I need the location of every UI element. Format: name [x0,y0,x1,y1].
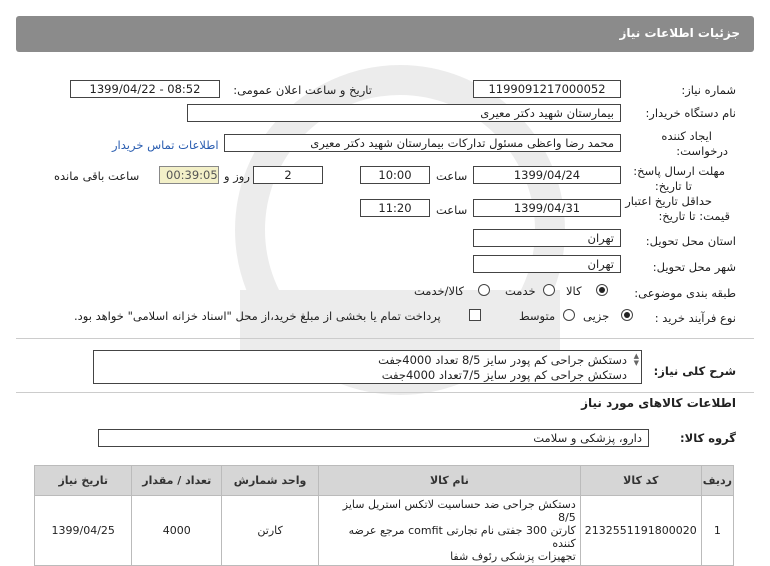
city-label: شهر محل تحویل: [652,260,736,274]
cell-unit: کارتن [221,495,319,566]
page-title: جزئیات اطلاعات نیاز [619,26,740,40]
need-number-label: شماره نیاز: [681,83,736,97]
cell-qty: 4000 [131,495,223,566]
days-label: روز و [224,169,250,183]
table-header-row: ردیف کد کالا نام کالا واحد شمارش تعداد /… [33,465,735,496]
deadline-label-2: تا تاریخ: [654,179,692,193]
treasury-checkbox[interactable] [469,309,481,321]
purchase-radio-medium[interactable] [563,309,575,321]
payment-note: پرداخت تمام یا بخشی از مبلغ خرید،از محل … [74,309,441,323]
cell-code: 2132551191800020 [579,495,702,566]
col-unit: واحد شمارش [221,465,319,496]
col-name: نام کالا [317,465,581,496]
creator-label-2: درخواست: [676,144,728,158]
summary-textarea[interactable]: ▲ ▼ دستکش جراحی کم پودر سایز 8/5 تعداد 40… [93,350,642,384]
announce-label: تاریخ و ساعت اعلان عمومی: [233,83,372,97]
category-radio-service[interactable] [543,284,555,296]
goods-section-title: اطلاعات کالاهای مورد نیاز [581,396,736,410]
divider [16,392,754,393]
category-option-service: خدمت [505,284,536,298]
validity-time-field[interactable]: 11:20 [360,199,430,217]
cell-row: 1 [700,495,735,566]
summary-label: شرح کلی نیاز: [653,364,736,378]
creator-label: ایجاد کننده [661,129,712,143]
divider [16,338,754,339]
cell-date: 1399/04/25 [33,495,133,566]
summary-line: دستکش جراحی کم پودر سایز 8/5 تعداد 4000ج… [378,353,627,367]
name-line: کارتن 300 جفتی نام تجارتی comfit مرجع عر… [348,524,576,550]
remaining-timer: 00:39:05 [159,166,219,184]
deadline-time-field[interactable]: 10:00 [360,166,430,184]
purchase-label: نوع فرآیند خرید : [654,311,736,325]
city-field[interactable]: تهران [473,255,621,273]
buyer-field[interactable]: بیمارستان شهید دکتر معیری [187,104,621,122]
deadline-label: مهلت ارسال پاسخ: [633,164,725,178]
category-radio-goods-service[interactable] [478,284,490,296]
category-radio-goods[interactable] [596,284,608,296]
days-field[interactable]: 2 [253,166,323,184]
col-code: کد کالا [579,465,702,496]
need-number-field[interactable]: 1199091217000052 [473,80,621,98]
col-row: ردیف [700,465,735,496]
name-line: تجهیزات پزشکی رئوف شفا [450,550,576,563]
group-label: گروه کالا: [680,431,736,445]
purchase-option-minor: جزیی [583,309,610,323]
contact-buyer-link[interactable]: اطلاعات تماس خریدار [112,138,219,152]
validity-label-2: قیمت: تا تاریخ: [658,209,730,223]
announce-field[interactable]: 1399/04/22 - 08:52 [70,80,220,98]
col-date: تاریخ نیاز [33,465,133,496]
creator-field[interactable]: محمد رضا واعظی مسئول تدارکات بیمارستان ش… [224,134,621,152]
items-table: ردیف کد کالا نام کالا واحد شمارش تعداد /… [33,465,735,566]
summary-line: دستکش جراحی کم پودر سایز 7/5تعداد 4000جف… [381,368,627,382]
category-option-goods-service: کالا/خدمت [414,284,465,298]
purchase-option-medium: متوسط [519,309,556,323]
province-label: استان محل تحویل: [645,234,736,248]
col-qty: تعداد / مقدار [131,465,223,496]
province-field[interactable]: تهران [473,229,621,247]
cell-name: دستکش جراحی ضد حساسیت لاتکس استریل سایز … [317,495,581,566]
deadline-date-field[interactable]: 1399/04/24 [473,166,621,184]
buyer-label: نام دستگاه خریدار: [645,106,736,120]
group-field[interactable]: دارو، پزشکی و سلامت [98,429,649,447]
table-row[interactable]: 1 2132551191800020 دستکش جراحی ضد حساسیت… [33,495,735,566]
category-option-goods: کالا [566,284,582,298]
remaining-label: ساعت باقی مانده [54,169,140,183]
page-header: جزئیات اطلاعات نیاز [16,16,754,52]
purchase-radio-minor[interactable] [621,309,633,321]
deadline-time-label: ساعت [436,169,468,183]
validity-label: حداقل تاریخ اعتبار [625,194,712,208]
validity-time-label: ساعت [436,203,468,217]
validity-date-field[interactable]: 1399/04/31 [473,199,621,217]
scroll-arrows-icon[interactable]: ▲ ▼ [634,353,639,367]
name-line: دستکش جراحی ضد حساسیت لاتکس استریل سایز … [342,498,576,524]
category-label: طبقه بندی موضوعی: [634,286,736,300]
